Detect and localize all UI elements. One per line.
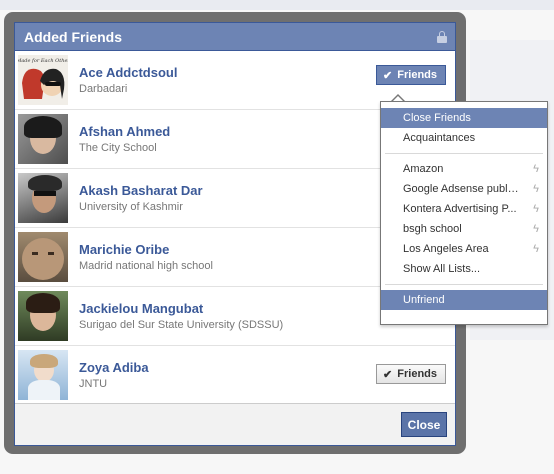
friend-row: Zoya Adiba JNTU ✔ Friends bbox=[15, 346, 455, 404]
friend-network: Darbadari bbox=[79, 83, 128, 95]
menu-item-label: Google Adsense publis... bbox=[403, 183, 521, 195]
menu-item-list[interactable]: Google Adsense publis... ϟ bbox=[381, 179, 547, 199]
friend-info: Marichie Oribe Madrid national high scho… bbox=[79, 242, 213, 272]
menu-item-acquaintances[interactable]: Acquaintances bbox=[381, 128, 547, 148]
menu-separator bbox=[385, 284, 543, 285]
friend-info: Zoya Adiba JNTU bbox=[79, 360, 149, 390]
bolt-icon: ϟ bbox=[533, 243, 539, 255]
friend-network: Surigao del Sur State University (SDSSU) bbox=[79, 319, 284, 331]
friend-network: University of Kashmir bbox=[79, 201, 183, 213]
friend-info: Akash Basharat Dar University of Kashmir bbox=[79, 183, 203, 213]
friend-info: Ace Addctdsoul Darbadari bbox=[79, 65, 177, 95]
check-icon: ✔ bbox=[383, 368, 393, 381]
avatar[interactable] bbox=[18, 173, 68, 223]
friends-button-label: Friends bbox=[397, 368, 437, 380]
friend-name[interactable]: Zoya Adiba bbox=[79, 360, 149, 375]
menu-item-label: Amazon bbox=[403, 163, 444, 175]
dialog-title: Added Friends bbox=[24, 28, 123, 45]
bolt-icon: ϟ bbox=[533, 183, 539, 195]
friend-network: The City School bbox=[79, 142, 157, 154]
friends-dropdown-menu: Close Friends Acquaintances Amazon ϟ Goo… bbox=[380, 101, 548, 325]
friend-network: Madrid national high school bbox=[79, 260, 213, 272]
menu-item-label: Los Angeles Area bbox=[403, 243, 489, 255]
friend-name[interactable]: Marichie Oribe bbox=[79, 242, 213, 257]
menu-item-list[interactable]: Los Angeles Area ϟ bbox=[381, 239, 547, 259]
avatar[interactable] bbox=[18, 350, 68, 400]
check-icon: ✔ bbox=[383, 69, 393, 82]
avatar[interactable]: Made for Each Other bbox=[18, 55, 68, 105]
friend-name[interactable]: Akash Basharat Dar bbox=[79, 183, 203, 198]
avatar[interactable] bbox=[18, 291, 68, 341]
menu-item-unfriend[interactable]: Unfriend bbox=[381, 290, 547, 310]
avatar[interactable] bbox=[18, 232, 68, 282]
friends-button[interactable]: ✔ Friends bbox=[376, 364, 446, 384]
bolt-icon: ϟ bbox=[533, 223, 539, 235]
friend-name[interactable]: Afshan Ahmed bbox=[79, 124, 170, 139]
avatar-caption: Made for Each Other bbox=[18, 58, 68, 64]
menu-item-label: bsgh school bbox=[403, 223, 462, 235]
friend-network: JNTU bbox=[79, 378, 108, 390]
menu-item-label: Kontera Advertising P... bbox=[403, 203, 517, 215]
friends-button[interactable]: ✔ Friends bbox=[376, 65, 446, 85]
bolt-icon: ϟ bbox=[533, 163, 539, 175]
menu-item-label: Show All Lists... bbox=[403, 263, 481, 275]
dialog-footer: Close bbox=[15, 403, 455, 445]
friend-name[interactable]: Jackielou Mangubat bbox=[79, 301, 283, 316]
friend-info: Jackielou Mangubat Surigao del Sur State… bbox=[79, 301, 283, 331]
menu-item-label: Close Friends bbox=[403, 112, 471, 124]
close-button[interactable]: Close bbox=[401, 412, 447, 437]
menu-separator bbox=[385, 153, 543, 154]
menu-item-label: Acquaintances bbox=[403, 132, 476, 144]
menu-item-show-all-lists[interactable]: Show All Lists... bbox=[381, 259, 547, 279]
menu-item-label: Unfriend bbox=[403, 294, 445, 306]
menu-item-close-friends[interactable]: Close Friends bbox=[381, 108, 547, 128]
friend-name[interactable]: Ace Addctdsoul bbox=[79, 65, 177, 80]
menu-item-list[interactable]: Kontera Advertising P... ϟ bbox=[381, 199, 547, 219]
avatar[interactable] bbox=[18, 114, 68, 164]
bolt-icon: ϟ bbox=[533, 203, 539, 215]
background-strip bbox=[0, 0, 554, 10]
friend-info: Afshan Ahmed The City School bbox=[79, 124, 170, 154]
menu-item-list[interactable]: Amazon ϟ bbox=[381, 159, 547, 179]
dialog-header: Added Friends bbox=[15, 23, 455, 51]
menu-item-list[interactable]: bsgh school ϟ bbox=[381, 219, 547, 239]
lock-icon bbox=[437, 30, 447, 43]
friends-button-label: Friends bbox=[397, 69, 437, 81]
